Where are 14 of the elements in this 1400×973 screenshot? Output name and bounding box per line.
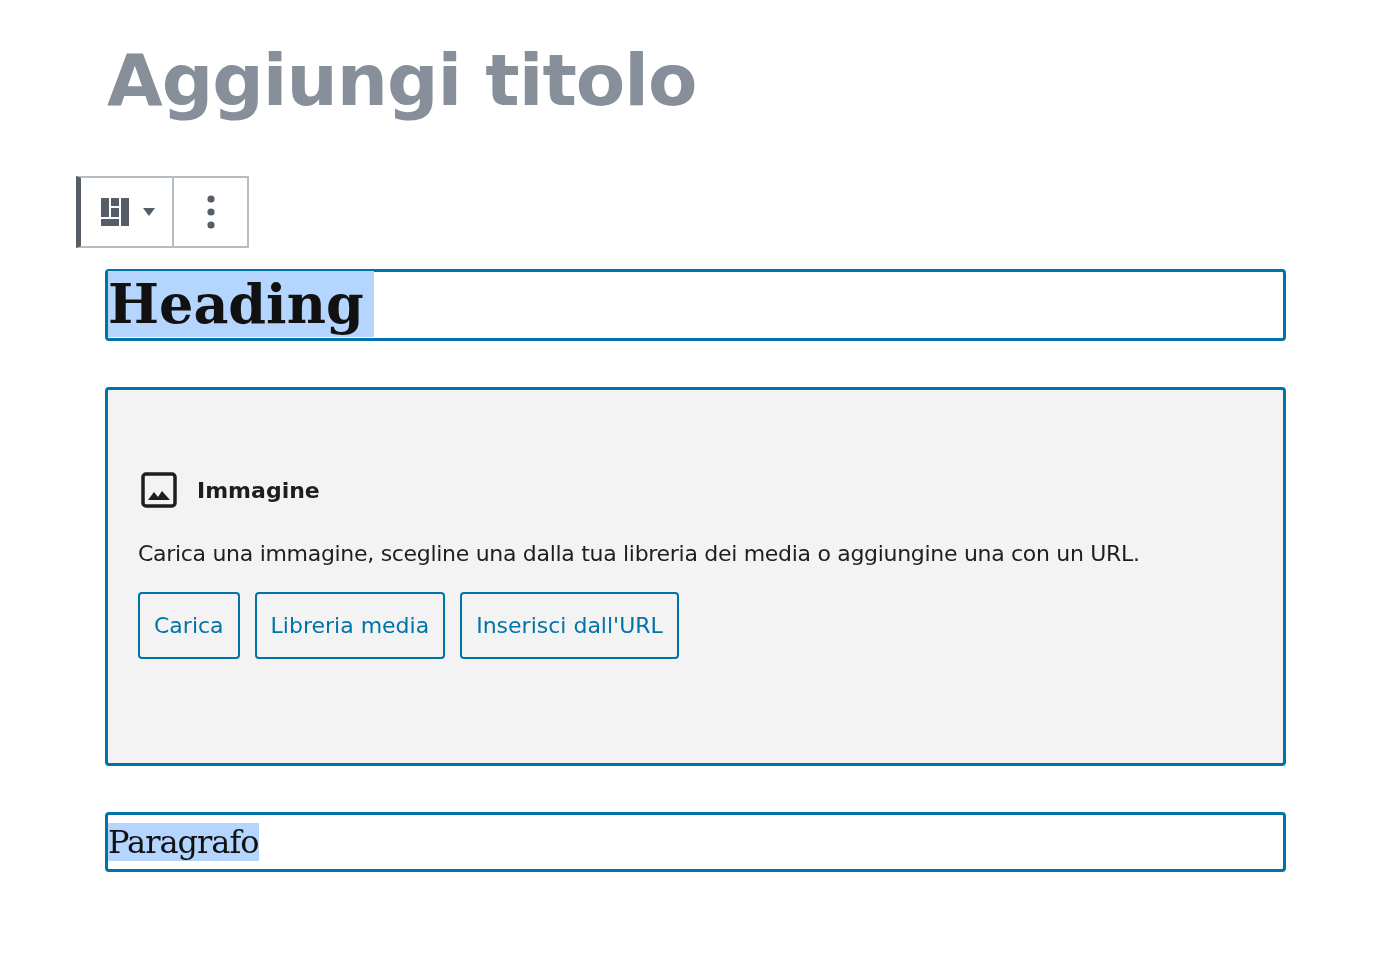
heading-block[interactable]: Heading	[105, 269, 1286, 341]
block-button[interactable]: Inserisci dall'URL	[460, 592, 679, 659]
block-label: Immagine	[197, 477, 320, 503]
title-placeholder[interactable]: Aggiungi titolo	[105, 0, 1286, 176]
caret-icon	[142, 208, 155, 216]
image-icon	[141, 472, 177, 508]
block-button[interactable]: Libreria media	[254, 592, 446, 659]
block-button[interactable]: Carica	[138, 592, 240, 659]
more-options-icon	[206, 195, 215, 229]
paragraph-block[interactable]: Paragrafo	[105, 812, 1286, 872]
instructions-text: Carica una immagine, scegline una dalla tua libreria dei media o aggiungine una con un URL.	[138, 541, 1141, 566]
paragraph-text: Paragrafo	[108, 823, 259, 861]
layout-icon	[98, 196, 131, 228]
heading-text: Heading	[108, 271, 374, 337]
